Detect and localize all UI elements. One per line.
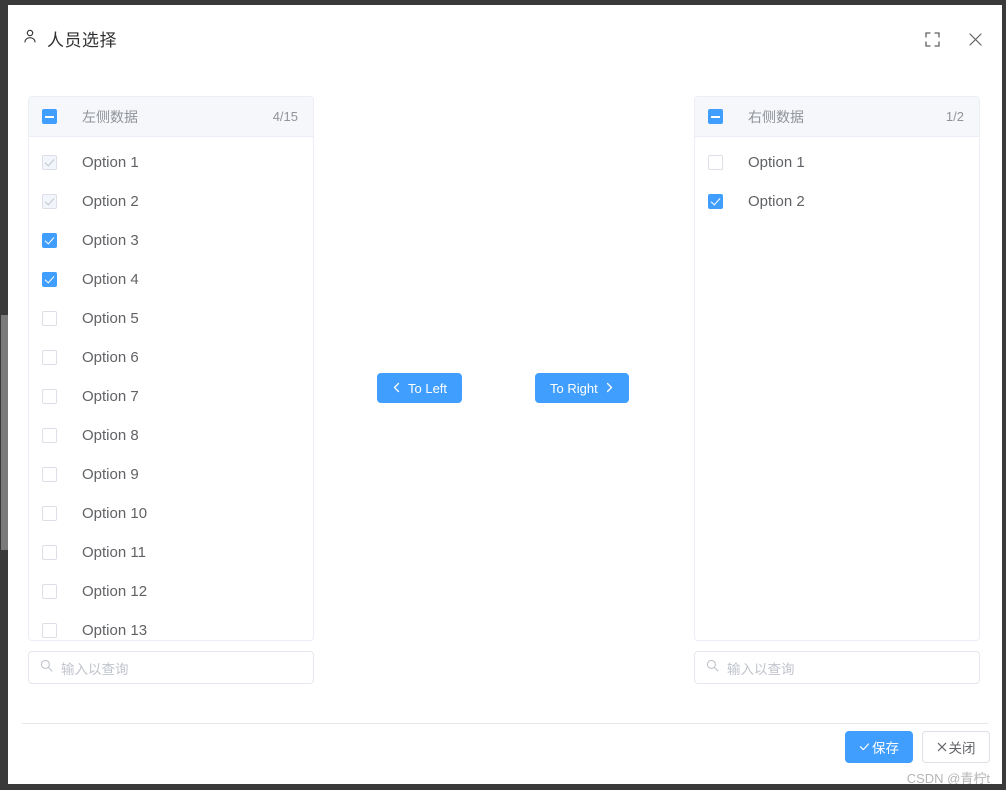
list-item[interactable]: Option 9 <box>29 455 313 494</box>
cancel-button[interactable]: 关闭 <box>922 731 990 763</box>
transfer-right-panel: 右侧数据 1/2 Option 1 Option 2 <box>694 96 980 641</box>
list-item-label: Option 2 <box>748 193 805 210</box>
left-panel-header: 左侧数据 4/15 <box>29 97 313 137</box>
right-option-list[interactable]: Option 1 Option 2 <box>695 137 979 640</box>
list-item-label: Option 11 <box>82 544 146 561</box>
to-right-label: To Right <box>550 380 598 396</box>
list-item-label: Option 8 <box>82 427 139 444</box>
list-item-label: Option 12 <box>82 583 148 600</box>
left-option-list[interactable]: Option 1 Option 2 Option 3 Option 4 Option 5… <box>29 137 313 640</box>
check-icon <box>859 740 870 755</box>
list-item-label: Option 9 <box>82 466 139 483</box>
left-search-placeholder: 输入以查询 <box>61 661 129 677</box>
dialog-title-text: 人员选择 <box>47 31 117 50</box>
right-option-checkbox[interactable] <box>708 155 723 170</box>
search-icon <box>40 659 53 677</box>
fullscreen-expand-icon[interactable] <box>918 25 946 53</box>
left-option-checkbox[interactable] <box>42 506 57 521</box>
list-item-label: Option 1 <box>748 154 805 171</box>
to-left-button[interactable]: To Left <box>377 373 463 403</box>
left-option-checkbox[interactable] <box>42 584 57 599</box>
close-icon <box>937 740 947 755</box>
list-item-label: Option 4 <box>82 271 139 288</box>
right-panel-title: 右侧数据 <box>748 108 804 125</box>
list-item[interactable]: Option 12 <box>29 572 313 611</box>
list-item-label: Option 5 <box>82 310 139 327</box>
list-item[interactable]: Option 3 <box>29 221 313 260</box>
left-option-checkbox[interactable] <box>42 272 57 287</box>
list-item-label: Option 2 <box>82 193 139 210</box>
person-icon <box>22 28 38 49</box>
left-option-checkbox[interactable] <box>42 467 57 482</box>
footer-divider <box>22 723 988 724</box>
list-item-label: Option 1 <box>82 154 139 171</box>
list-item-label: Option 6 <box>82 349 139 366</box>
list-item-label: Option 10 <box>82 505 148 522</box>
right-search-placeholder: 输入以查询 <box>727 661 795 677</box>
right-panel-count: 1/2 <box>945 109 964 124</box>
left-panel-count: 4/15 <box>272 109 298 124</box>
left-option-checkbox[interactable] <box>42 545 57 560</box>
left-option-checkbox[interactable] <box>42 155 57 170</box>
search-icon <box>706 659 719 677</box>
list-item[interactable]: Option 2 <box>29 182 313 221</box>
list-item[interactable]: Option 5 <box>29 299 313 338</box>
chevron-right-icon <box>605 381 614 396</box>
cancel-label: 关闭 <box>948 741 976 756</box>
list-item[interactable]: Option 4 <box>29 260 313 299</box>
page-title: 人员选择 <box>22 26 117 51</box>
page-scrollbar[interactable] <box>0 5 8 785</box>
chevron-left-icon <box>392 381 401 396</box>
left-option-checkbox[interactable] <box>42 350 57 365</box>
watermark: CSDN @青柠t <box>906 771 990 784</box>
save-label: 保存 <box>872 741 899 756</box>
transfer-widget: 左侧数据 4/15 Option 1 Option 2 Option 3 Option… <box>8 71 1002 711</box>
left-option-checkbox[interactable] <box>42 623 57 638</box>
browser-chrome: 人员选择 左侧数据 4/15 Option 1 Option 2 Option … <box>0 0 1006 790</box>
list-item-label: Option 7 <box>82 388 139 405</box>
list-item[interactable]: Option 10 <box>29 494 313 533</box>
left-option-checkbox[interactable] <box>42 389 57 404</box>
left-panel-title: 左侧数据 <box>82 108 138 125</box>
person-select-dialog: 人员选择 左侧数据 4/15 Option 1 Option 2 Option … <box>8 5 1002 784</box>
list-item[interactable]: Option 8 <box>29 416 313 455</box>
right-search-input[interactable]: 输入以查询 <box>694 651 980 684</box>
list-item-label: Option 3 <box>82 232 139 249</box>
left-option-checkbox[interactable] <box>42 233 57 248</box>
left-select-all-checkbox[interactable] <box>42 109 57 124</box>
to-left-label: To Left <box>408 380 448 396</box>
list-item[interactable]: Option 1 <box>695 143 979 182</box>
dialog-title-bar: 人员选择 <box>8 5 1002 71</box>
left-option-checkbox[interactable] <box>42 194 57 209</box>
right-panel-header: 右侧数据 1/2 <box>695 97 979 137</box>
save-button[interactable]: 保存 <box>845 731 913 763</box>
right-option-checkbox[interactable] <box>708 194 723 209</box>
left-option-checkbox[interactable] <box>42 311 57 326</box>
list-item[interactable]: Option 6 <box>29 338 313 377</box>
list-item[interactable]: Option 2 <box>695 182 979 221</box>
right-select-all-checkbox[interactable] <box>708 109 723 124</box>
list-item-label: Option 13 <box>82 622 148 639</box>
to-right-button[interactable]: To Right <box>535 373 629 403</box>
list-item[interactable]: Option 1 <box>29 143 313 182</box>
list-item[interactable]: Option 11 <box>29 533 313 572</box>
left-option-checkbox[interactable] <box>42 428 57 443</box>
list-item[interactable]: Option 7 <box>29 377 313 416</box>
left-search-input[interactable]: 输入以查询 <box>28 651 314 684</box>
list-item[interactable]: Option 13 <box>29 611 313 640</box>
page-scrollbar-thumb[interactable] <box>1 315 8 550</box>
transfer-left-panel: 左侧数据 4/15 Option 1 Option 2 Option 3 Option… <box>28 96 314 641</box>
close-icon[interactable] <box>961 25 989 53</box>
